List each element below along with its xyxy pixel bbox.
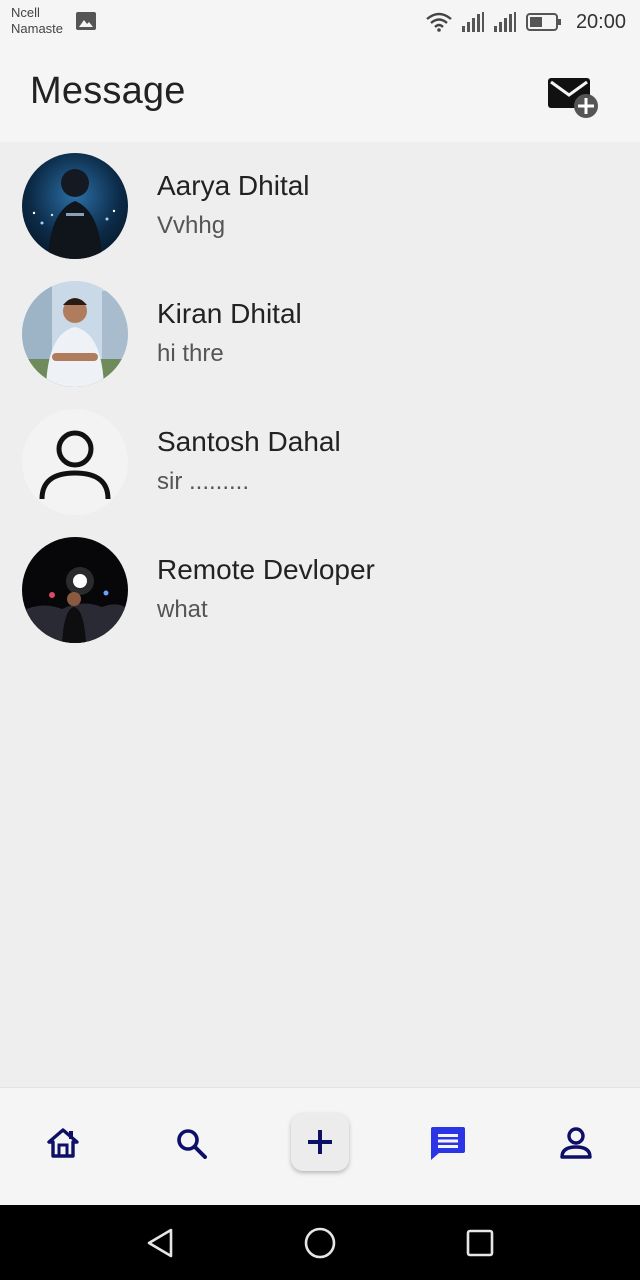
compose-mail-icon <box>548 78 598 118</box>
wifi-icon <box>426 12 452 32</box>
avatar <box>22 537 128 643</box>
page-title: Message <box>30 70 186 112</box>
contact-name: Aarya Dhital <box>157 170 310 201</box>
contact-name: Santosh Dahal <box>157 426 341 457</box>
gallery-icon <box>76 12 96 30</box>
nav-messages[interactable] <box>408 1088 488 1198</box>
status-bar: Ncell Namaste 20:00 <box>0 0 640 44</box>
status-time: 20:00 <box>575 10 626 33</box>
message-preview: sir ......... <box>157 468 250 495</box>
conversation-row[interactable]: Aarya Dhital Vvhhg <box>0 142 640 270</box>
carrier-line-2: Namaste <box>11 21 64 36</box>
messages-icon <box>431 1127 465 1160</box>
default-person-icon <box>39 430 111 500</box>
system-recents-button[interactable] <box>460 1225 500 1261</box>
app-bar: Message <box>0 44 640 142</box>
bottom-navigation <box>0 1087 640 1206</box>
signal-icon <box>461 12 484 32</box>
profile-icon <box>560 1127 592 1159</box>
home-icon <box>47 1128 79 1158</box>
nav-home[interactable] <box>23 1088 103 1198</box>
carrier-line-1: Ncell <box>11 5 40 20</box>
system-back-button[interactable] <box>140 1225 180 1261</box>
avatar <box>22 153 128 259</box>
contact-name: Remote Devloper <box>157 554 375 585</box>
message-preview: hi thre <box>157 340 224 367</box>
back-icon <box>147 1228 173 1258</box>
battery-icon <box>525 13 561 31</box>
system-home-button[interactable] <box>300 1225 340 1261</box>
nav-search[interactable] <box>151 1088 231 1198</box>
conversation-row[interactable]: Santosh Dahal sir ......... <box>0 398 640 526</box>
home-circle-icon <box>304 1227 336 1259</box>
conversation-list: Aarya Dhital Vvhhg Kiran Dhital hi thre <box>0 142 640 654</box>
message-preview: what <box>157 596 208 623</box>
nav-profile[interactable] <box>536 1088 616 1198</box>
add-icon <box>308 1130 332 1154</box>
avatar <box>22 281 128 387</box>
contact-name: Kiran Dhital <box>157 298 302 329</box>
recents-icon <box>466 1229 494 1257</box>
conversation-row[interactable]: Remote Devloper what <box>0 526 640 654</box>
add-post-button[interactable] <box>291 1113 349 1171</box>
conversation-row[interactable]: Kiran Dhital hi thre <box>0 270 640 398</box>
avatar <box>22 409 128 515</box>
message-preview: Vvhhg <box>157 212 226 239</box>
search-icon <box>177 1129 207 1159</box>
system-navigation-bar <box>0 1205 640 1280</box>
carrier-name: Ncell Namaste <box>11 5 63 37</box>
compose-message-button[interactable] <box>544 72 600 120</box>
signal-icon-2 <box>493 12 516 32</box>
